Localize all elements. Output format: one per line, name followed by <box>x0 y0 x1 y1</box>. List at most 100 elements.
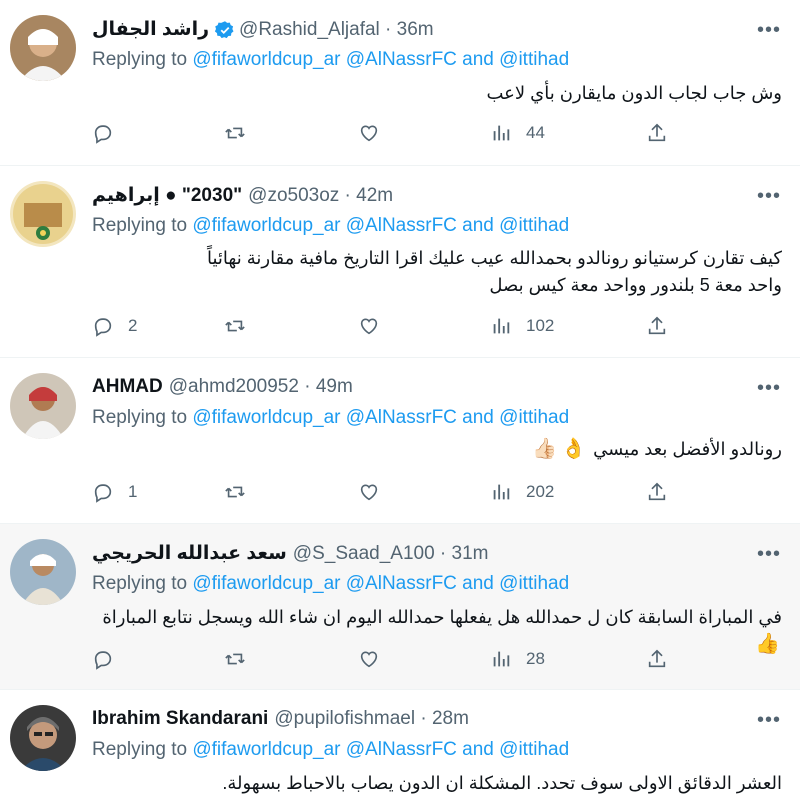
mention-link[interactable]: @AlNassrFC <box>346 407 457 428</box>
separator-dot: · <box>434 542 452 564</box>
mention-link[interactable]: @AlNassrFC <box>346 49 457 70</box>
tweet-text: كيف تقارن كرستيانو رونالدو بحمدالله عيب … <box>92 245 782 299</box>
tweet-text: رونالدو الأفضل بعد ميسي 👌👍🏻 <box>92 436 782 463</box>
avatar[interactable] <box>10 15 76 81</box>
more-icon[interactable]: ••• <box>756 544 782 564</box>
like-button[interactable] <box>358 481 380 503</box>
more-icon[interactable]: ••• <box>756 378 782 398</box>
more-icon[interactable]: ••• <box>756 710 782 730</box>
retweet-button[interactable] <box>224 648 246 670</box>
handle[interactable]: @pupilofishmael <box>274 708 415 730</box>
retweet-button[interactable] <box>224 122 246 144</box>
reply-button[interactable]: 2 <box>92 315 137 337</box>
share-button[interactable] <box>646 315 668 337</box>
mention-link[interactable]: @ittihad <box>499 573 569 594</box>
timeline-feed: راشد الجفال @Rashid_Aljafal · 36m ••• Re… <box>0 0 800 803</box>
display-name[interactable]: راشد الجفال <box>92 18 209 41</box>
ok-hand-emoji-icon: 👌 <box>561 438 587 460</box>
view-count: 102 <box>526 316 555 335</box>
share-icon <box>648 123 666 142</box>
tweet[interactable]: راشد الجفال @Rashid_Aljafal · 36m ••• Re… <box>0 0 800 166</box>
tweet-text: العشر الدقائق الاولى سوف تحدد. المشكلة ا… <box>92 770 782 797</box>
tweet-actions: 2 102 <box>92 313 732 339</box>
tweet-text-line: العشر الدقائق الاولى سوف تحدد. المشكلة ا… <box>222 773 782 793</box>
handle[interactable]: @ahmd200952 <box>169 376 299 398</box>
avatar[interactable] <box>10 181 76 247</box>
like-button[interactable] <box>358 122 380 144</box>
replying-to-label: Replying to <box>92 739 188 760</box>
replying-to-label: Replying to <box>92 573 188 594</box>
mention-link[interactable]: @AlNassrFC <box>346 573 457 594</box>
mention-link[interactable]: @fifaworldcup_ar <box>192 573 340 594</box>
like-button[interactable] <box>358 315 380 337</box>
timestamp[interactable]: 42m <box>356 185 393 207</box>
avatar[interactable] <box>10 373 76 439</box>
separator-dot: · <box>415 708 432 729</box>
mention-link[interactable]: @fifaworldcup_ar <box>192 407 340 428</box>
and-label: and <box>462 215 494 236</box>
separator-dot: · <box>339 184 357 206</box>
mention-link[interactable]: @ittihad <box>499 215 569 236</box>
like-button[interactable] <box>358 648 380 670</box>
mention-link[interactable]: @fifaworldcup_ar <box>192 215 340 236</box>
views-button[interactable]: 202 <box>490 481 554 503</box>
share-button[interactable] <box>646 648 668 670</box>
more-icon[interactable]: ••• <box>756 20 782 40</box>
reply-icon <box>94 651 112 670</box>
reply-icon <box>94 484 112 503</box>
share-button[interactable] <box>646 122 668 144</box>
display-name[interactable]: AHMAD <box>92 376 163 398</box>
tweet-text: وش جاب لجاب الدون مايقارن بأي لاعب <box>92 80 782 107</box>
replying-to-label: Replying to <box>92 407 188 428</box>
tweet[interactable]: إبراهيم ● "2030" @zo503oz · 42m ••• Repl… <box>0 166 800 358</box>
mention-link[interactable]: @fifaworldcup_ar <box>192 49 340 70</box>
handle[interactable]: @Rashid_Aljafal <box>239 19 380 41</box>
apple-icon: ● <box>159 184 182 206</box>
views-button[interactable]: 102 <box>490 315 554 337</box>
tweet-text-line: كيف تقارن كرستيانو رونالدو بحمدالله عيب … <box>207 248 782 268</box>
display-name[interactable]: إبراهيم <box>92 184 160 207</box>
views-button[interactable]: 28 <box>490 648 545 670</box>
mention-link[interactable]: @AlNassrFC <box>346 739 457 760</box>
reply-button[interactable] <box>92 122 128 144</box>
retweet-icon <box>225 486 245 498</box>
tweet[interactable]: سعد عبدالله الحريجي @S_Saad_A100 · 31m •… <box>0 524 800 690</box>
avatar[interactable] <box>10 539 76 605</box>
tweet[interactable]: AHMAD @ahmd200952 · 49m ••• Replying to … <box>0 358 800 524</box>
handle[interactable]: @S_Saad_A100 <box>293 543 435 565</box>
share-button[interactable] <box>646 481 668 503</box>
timestamp[interactable]: 49m <box>316 376 353 398</box>
tweet-header: إبراهيم ● "2030" @zo503oz · 42m <box>92 184 393 207</box>
tweet-text-line: وش جاب لجاب الدون مايقارن بأي لاعب <box>486 83 782 103</box>
tweet[interactable]: Ibrahim Skandarani @pupilofishmael · 28m… <box>0 690 800 803</box>
more-icon[interactable]: ••• <box>756 186 782 206</box>
replying-to: Replying to @fifaworldcup_ar @AlNassrFC … <box>92 215 569 237</box>
mention-link[interactable]: @ittihad <box>499 739 569 760</box>
mention-link[interactable]: @ittihad <box>499 49 569 70</box>
display-name[interactable]: Ibrahim Skandarani <box>92 708 268 730</box>
handle[interactable]: @zo503oz <box>248 185 339 207</box>
tweet-actions: 1 202 <box>92 479 732 505</box>
timestamp[interactable]: 31m <box>452 543 489 565</box>
views-button[interactable]: 44 <box>490 122 545 144</box>
replying-to-label: Replying to <box>92 215 188 236</box>
tweet-actions: 28 <box>92 646 732 672</box>
share-icon <box>648 649 666 668</box>
mention-link[interactable]: @fifaworldcup_ar <box>192 739 340 760</box>
mention-link[interactable]: @AlNassrFC <box>346 215 457 236</box>
reply-button[interactable] <box>92 648 128 670</box>
retweet-button[interactable] <box>224 315 246 337</box>
and-label: and <box>462 573 494 594</box>
display-name[interactable]: سعد عبدالله الحريجي <box>92 542 287 565</box>
replying-to: Replying to @fifaworldcup_ar @AlNassrFC … <box>92 573 569 595</box>
replying-to: Replying to @fifaworldcup_ar @AlNassrFC … <box>92 407 569 429</box>
replying-to-label: Replying to <box>92 49 188 70</box>
mention-link[interactable]: @ittihad <box>499 407 569 428</box>
like-icon <box>360 651 378 668</box>
retweet-button[interactable] <box>224 481 246 503</box>
timestamp[interactable]: 36m <box>397 19 434 41</box>
reply-button[interactable]: 1 <box>92 481 137 503</box>
replying-to: Replying to @fifaworldcup_ar @AlNassrFC … <box>92 739 569 761</box>
timestamp[interactable]: 28m <box>432 708 469 730</box>
avatar[interactable] <box>10 705 76 771</box>
